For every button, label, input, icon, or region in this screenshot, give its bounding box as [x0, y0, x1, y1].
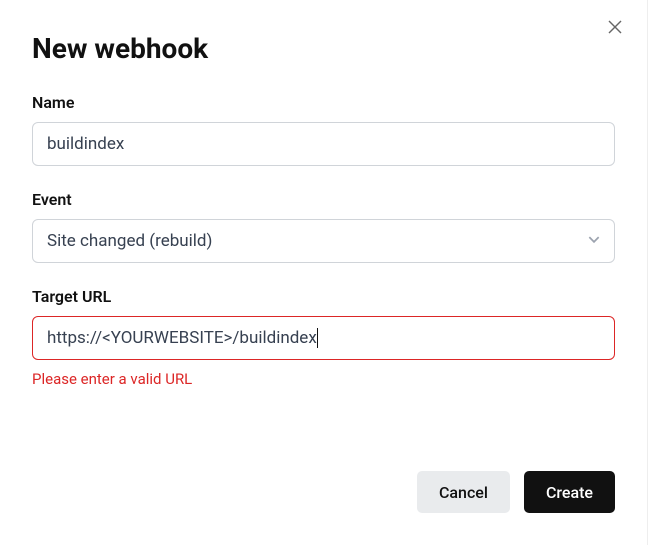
event-select[interactable]: Site changed (rebuild)	[32, 219, 615, 263]
modal-title: New webhook	[32, 32, 615, 65]
target-url-error: Please enter a valid URL	[32, 370, 615, 388]
event-label: Event	[32, 190, 615, 209]
target-url-label: Target URL	[32, 287, 615, 306]
name-field: Name	[32, 93, 615, 166]
close-button[interactable]	[605, 18, 625, 38]
target-url-value: https://<YOURWEBSITE>/buildindex	[47, 328, 317, 348]
target-url-field: Target URL https://<YOURWEBSITE>/buildin…	[32, 287, 615, 388]
modal-footer: Cancel Create	[417, 471, 615, 513]
new-webhook-modal: New webhook Name Event Site changed (reb…	[0, 0, 648, 545]
name-label: Name	[32, 93, 615, 112]
cancel-button[interactable]: Cancel	[417, 471, 510, 513]
text-cursor	[317, 328, 318, 348]
create-button[interactable]: Create	[524, 471, 615, 513]
name-input[interactable]	[32, 122, 615, 166]
event-field: Event Site changed (rebuild)	[32, 190, 615, 263]
target-url-input[interactable]: https://<YOURWEBSITE>/buildindex	[32, 316, 615, 360]
close-icon	[607, 23, 623, 38]
event-selected-value: Site changed (rebuild)	[47, 231, 212, 251]
